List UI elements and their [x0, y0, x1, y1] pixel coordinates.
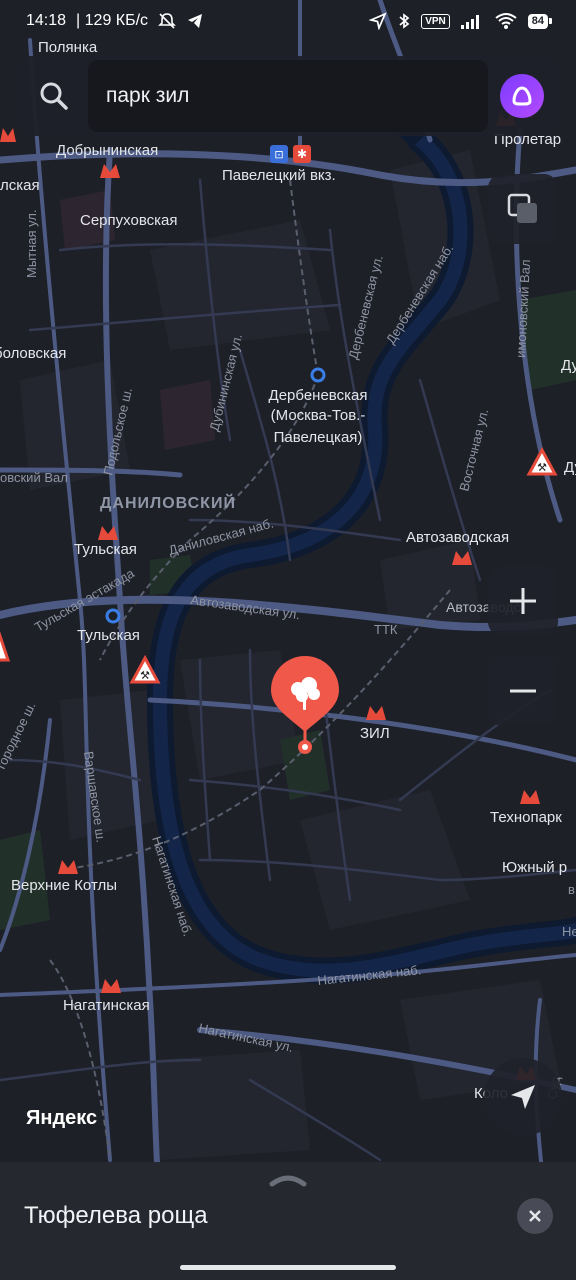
minus-icon: [510, 689, 536, 693]
my-location-button[interactable]: [484, 1058, 562, 1136]
vpn-badge: VPN: [421, 13, 450, 29]
chevron-up-icon[interactable]: [268, 1170, 308, 1190]
bluetooth-icon: [399, 13, 410, 29]
layers-icon: [507, 193, 537, 223]
zoom-out-button[interactable]: [488, 656, 558, 726]
station-label-dobryninskaya-edge: лская: [0, 177, 40, 194]
district-label-edge-2: Ду: [564, 459, 576, 476]
rail-dot-derbenevskaya: [310, 367, 326, 383]
svg-text:⚒: ⚒: [140, 670, 150, 682]
search-input[interactable]: парк зил: [88, 60, 488, 132]
svg-text:⊡: ⊡: [274, 148, 283, 161]
mute-icon: [158, 13, 176, 29]
plus-icon: [510, 588, 536, 614]
station-label-avtozavodskaya: Автозаводская: [406, 529, 509, 546]
layers-button[interactable]: [488, 174, 558, 244]
status-speed: | 129 КБ/с: [76, 12, 149, 29]
search-bar: парк зил: [16, 56, 560, 136]
place-title: Тюфелева роща: [24, 1202, 208, 1229]
station-label-serpukhovskaya: Серпуховская: [80, 212, 177, 229]
battery-icon: 84: [527, 13, 552, 29]
station-label-tekhnopark: Технопарк: [490, 809, 562, 826]
street-label-mytnaya: Мытная ул.: [24, 209, 39, 278]
alice-button[interactable]: [500, 74, 544, 118]
telegram-icon: [188, 14, 203, 28]
station-label-verkhnie-kotly: Верхние Котлы: [11, 877, 117, 894]
street-label-lyusinovskaya: болoвская: [0, 345, 66, 362]
svg-text:✱: ✱: [297, 147, 307, 161]
street-label-ttk: ТТК: [374, 622, 398, 637]
station-label-yuzhny: Южный р: [502, 859, 567, 876]
close-icon: [529, 1210, 541, 1222]
street-label-ne-edge: Не: [562, 924, 576, 939]
station-label-dobryninskaya: Добрынинская: [56, 142, 158, 159]
wifi-icon: [495, 13, 517, 29]
station-label-nagatinskaya: Нагатинская: [63, 997, 150, 1014]
station-label-tulskaya-rail: Тульская: [77, 627, 140, 644]
district-label-danilovsky: ДАНИЛОВСКИЙ: [100, 493, 236, 512]
street-label-v-edge: в: [568, 882, 575, 897]
navigation-arrow-icon: [511, 1085, 535, 1109]
station-label-derbenevskaya-3: Павелецкая): [274, 429, 363, 446]
station-label-zil: ЗИЛ: [360, 725, 390, 742]
alice-icon: [512, 86, 532, 106]
street-label-danilovsky-val: овский Вал: [0, 470, 68, 485]
location-arrow-icon: [369, 12, 387, 30]
station-label-derbenevskaya-2: (Москва-Тов.-: [271, 407, 366, 424]
close-button[interactable]: [517, 1198, 553, 1234]
district-label-edge-1: Ду: [561, 357, 576, 374]
svg-text:⚒: ⚒: [537, 462, 547, 474]
gesture-nav-bar[interactable]: [180, 1265, 396, 1270]
battery-level: 84: [527, 13, 548, 29]
status-time: 14:18: [26, 12, 67, 29]
search-icon[interactable]: [36, 78, 72, 114]
station-label-tulskaya-metro: Тульская: [74, 541, 137, 558]
station-label-derbenevskaya-1: Дербеневская: [269, 387, 368, 404]
bottom-sheet[interactable]: Тюфелева роща: [0, 1162, 576, 1280]
status-bar: 14:18 | 129 КБ/с VPN 84: [0, 0, 576, 42]
signal-icon: [460, 15, 479, 29]
rail-dot-tulskaya: [105, 608, 121, 624]
yandex-logo: Яндекс: [26, 1107, 97, 1129]
station-label-paveletsky: Павелецкий вкз.: [222, 167, 336, 184]
zoom-in-button[interactable]: [488, 566, 558, 636]
